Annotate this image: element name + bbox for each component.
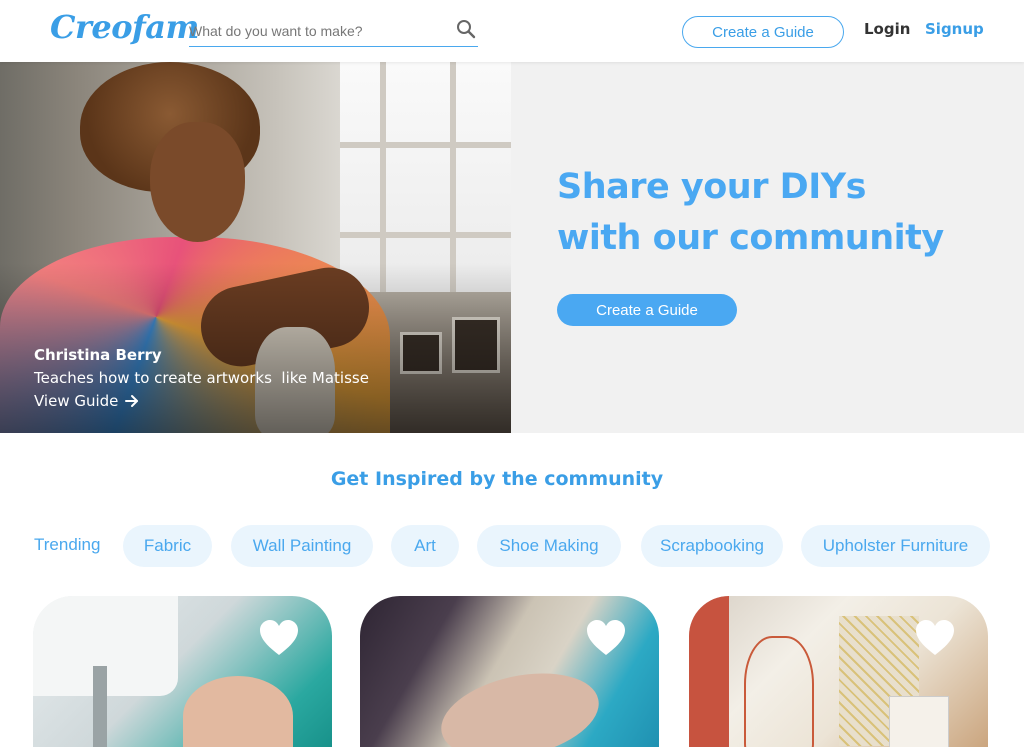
vase-sketch	[744, 636, 814, 747]
hero-panel: Share your DIYs with our community Creat…	[511, 62, 1024, 433]
notebook-cover	[689, 596, 729, 747]
search-input[interactable]	[189, 23, 439, 39]
hero-title-line1: Share your DIYs	[557, 167, 866, 207]
hero-create-guide-button[interactable]: Create a Guide	[557, 294, 737, 326]
trending-label: Trending	[34, 535, 101, 554]
hero-title: Share your DIYs with our community	[557, 162, 1017, 264]
hand	[183, 676, 293, 747]
heart-icon[interactable]	[914, 618, 956, 658]
view-guide-label: View Guide	[34, 392, 119, 410]
login-link[interactable]: Login	[864, 20, 910, 38]
sticker	[889, 696, 949, 747]
hero-author-name: Christina Berry	[34, 346, 162, 364]
logo[interactable]: Creofam	[50, 8, 199, 46]
guide-card[interactable]	[360, 596, 659, 747]
guide-card[interactable]	[33, 596, 332, 747]
arrow-right-icon	[125, 395, 139, 407]
top-nav: Creofam Create a Guide Login Signup	[0, 0, 1024, 62]
person-face	[150, 122, 245, 242]
heart-icon[interactable]	[258, 618, 300, 658]
guide-card[interactable]	[689, 596, 988, 747]
search-icon[interactable]	[456, 19, 476, 39]
signup-link[interactable]: Signup	[925, 20, 984, 38]
search-bar	[189, 17, 478, 47]
chip-upholster-furniture[interactable]: Upholster Furniture	[801, 525, 990, 567]
leather-piece	[433, 660, 607, 747]
needle-arm	[93, 666, 107, 747]
hero-description: Teaches how to create artworks like Mati…	[34, 369, 369, 387]
heart-icon[interactable]	[585, 618, 627, 658]
hero-title-line2: with our community	[557, 218, 944, 258]
chip-wall-painting[interactable]: Wall Painting	[231, 525, 373, 567]
chip-scrapbooking[interactable]: Scrapbooking	[641, 525, 783, 567]
chip-fabric[interactable]: Fabric	[123, 525, 212, 567]
create-guide-button[interactable]: Create a Guide	[682, 16, 844, 48]
chip-shoe-making[interactable]: Shoe Making	[477, 525, 621, 567]
chip-art[interactable]: Art	[391, 525, 459, 567]
view-guide-link[interactable]: View Guide	[34, 392, 140, 410]
section-title: Get Inspired by the community	[330, 468, 664, 490]
